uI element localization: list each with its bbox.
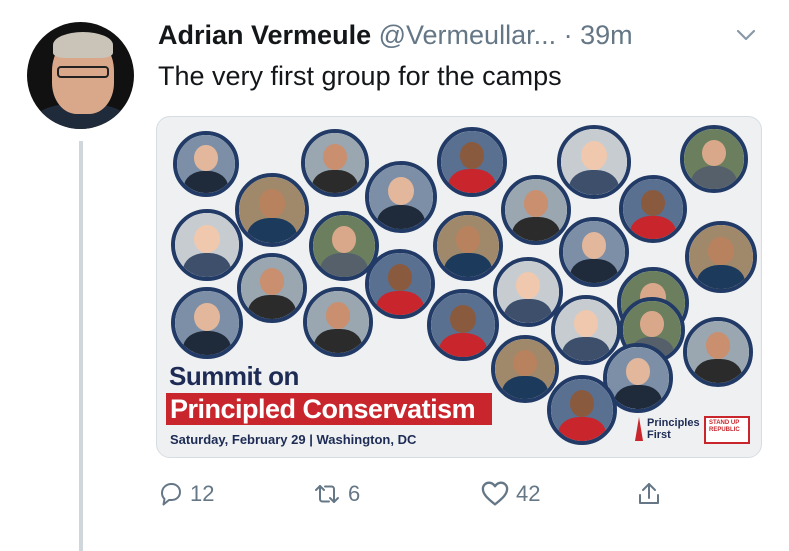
speaker-photo <box>303 287 373 357</box>
thread-line <box>79 141 83 551</box>
media-card[interactable]: Summit on Principled Conservatism Saturd… <box>156 116 762 458</box>
retweet-count: 6 <box>348 481 361 506</box>
speaker-photo <box>680 125 748 193</box>
user-handle[interactable]: @Vermeullar... <box>379 20 556 50</box>
speaker-photo <box>491 335 559 403</box>
speaker-photo <box>365 161 437 233</box>
speaker-photo <box>619 175 687 243</box>
chevron-down-icon[interactable] <box>735 24 757 46</box>
speaker-photo <box>365 249 435 319</box>
speaker-photo <box>433 211 503 281</box>
principles-first-text: Principles First <box>647 417 700 441</box>
principles-first-logo: Principles First <box>635 413 705 447</box>
speaker-photo <box>685 221 757 293</box>
speaker-photo <box>171 209 243 281</box>
retweet-button[interactable]: 6 <box>312 478 360 510</box>
speaker-photo <box>547 375 617 445</box>
tweet-header: Adrian Vermeule @Vermeullar... · 39m <box>158 18 633 52</box>
author-avatar[interactable] <box>27 22 134 129</box>
speaker-photo <box>427 289 499 361</box>
speaker-photo <box>237 253 307 323</box>
like-button[interactable]: 42 <box>480 478 540 510</box>
reply-icon <box>161 483 181 506</box>
heart-icon <box>481 481 509 506</box>
card-subtitle: Saturday, February 29 | Washington, DC <box>170 432 417 447</box>
reply-count: 12 <box>190 481 215 506</box>
tweet-text: The very first group for the camps <box>158 61 562 91</box>
reply-button[interactable]: 12 <box>158 478 214 510</box>
stand-up-republic-logo: STAND UP REPUBLIC <box>704 416 750 444</box>
speaker-photo <box>437 127 507 197</box>
tweet-actions: 12 6 42 <box>158 478 758 510</box>
speaker-photo <box>559 217 629 287</box>
share-icon <box>639 483 659 504</box>
display-name[interactable]: Adrian Vermeule <box>158 20 371 50</box>
speaker-photo <box>171 287 243 359</box>
retweet-icon <box>315 485 339 503</box>
card-title-line2: Principled Conservatism <box>170 394 476 424</box>
speaker-photo <box>557 125 631 199</box>
share-button[interactable] <box>636 478 668 510</box>
avatar-hair <box>53 32 113 58</box>
timestamp[interactable]: · 39m <box>564 20 633 50</box>
speaker-photo <box>501 175 571 245</box>
principles-first-mark <box>635 417 643 441</box>
speaker-photo <box>301 129 369 197</box>
speaker-photo <box>235 173 309 247</box>
speaker-photo <box>173 131 239 197</box>
avatar-glasses <box>57 66 109 78</box>
like-count: 42 <box>516 481 541 506</box>
stand-up-republic-text: STAND UP REPUBLIC <box>709 420 740 433</box>
speaker-photo <box>683 317 753 387</box>
card-title-line1: Summit on <box>169 361 299 391</box>
